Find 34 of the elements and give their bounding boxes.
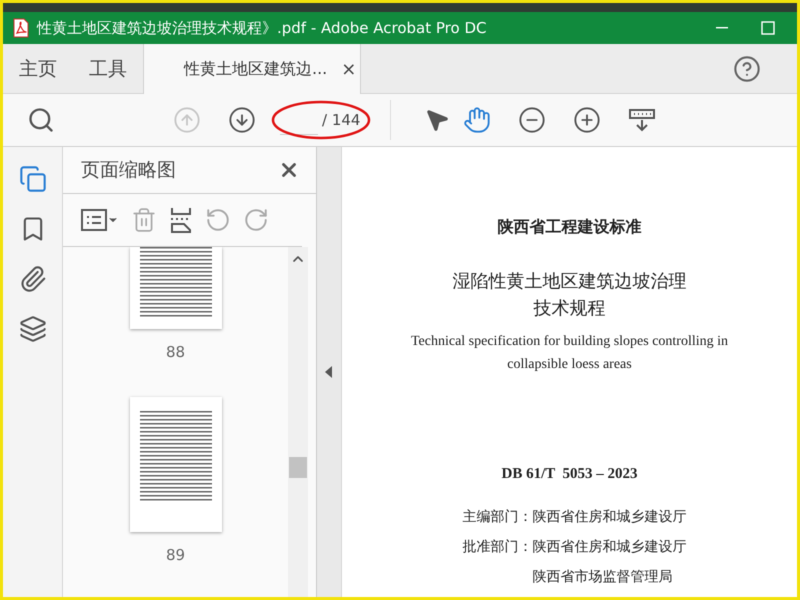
- page-thumbnail[interactable]: [130, 247, 222, 329]
- scrollbar-thumb[interactable]: [289, 457, 307, 478]
- english-title: Technical specification for building slopes controlling in collapsible loess areas: [410, 333, 728, 374]
- department-name: 陕西省住房和城乡建设厅: [532, 508, 686, 527]
- page-thumbnail[interactable]: [130, 397, 222, 532]
- document-tab[interactable]: 性黄土地区建筑边... ×: [143, 44, 361, 94]
- scrollbar[interactable]: [288, 247, 308, 597]
- window-title: 性黄土地区建筑边坡治理技术规程》.pdf - Adobe Acrobat Pro DC: [37, 18, 488, 38]
- document-title: 湿陷性黄土地区建筑边坡治理 技术规程: [452, 270, 686, 320]
- page-number-label: 89: [166, 546, 186, 564]
- pdf-file-icon: [13, 18, 29, 38]
- document-series: 陕西省工程建设标准: [498, 218, 642, 238]
- department-label: 批准部门：: [462, 538, 532, 557]
- tab-close-button[interactable]: ×: [337, 58, 360, 80]
- left-triangle-icon: [325, 366, 333, 378]
- pages-button[interactable]: [18, 165, 46, 193]
- layers-button[interactable]: [18, 315, 46, 343]
- minimize-icon: [716, 27, 728, 29]
- paperclip-button[interactable]: [18, 265, 46, 293]
- panel-title: 页面缩略图: [81, 158, 176, 183]
- nav-tab[interactable]: 工具: [73, 44, 143, 93]
- help-icon[interactable]: [733, 54, 761, 82]
- pointer-icon: [424, 107, 450, 133]
- page-number-label: 88: [166, 343, 186, 361]
- department-name: 陕西省住房和城乡建设厅: [532, 538, 686, 557]
- nav-tab[interactable]: 主页: [3, 44, 73, 93]
- list-options-button[interactable]: [81, 209, 119, 231]
- page-total: / 144: [322, 111, 360, 129]
- document-tab-label: 性黄土地区建筑边...: [184, 58, 328, 80]
- maximize-icon: [761, 21, 775, 35]
- standard-code: DB 61/T 5053 – 2023: [502, 466, 638, 483]
- insert-page-button[interactable]: [169, 206, 193, 234]
- department-name: 陕西省市场监督管理局: [532, 568, 674, 587]
- department-label: 主编部门：: [462, 508, 532, 527]
